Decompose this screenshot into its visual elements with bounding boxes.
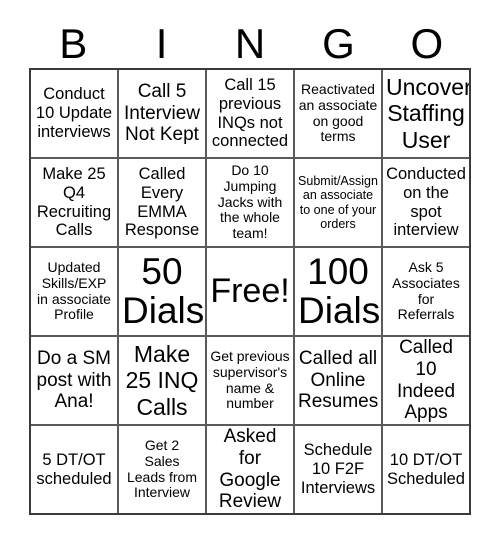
bingo-cell-label: Do 10 Jumping Jacks with the whole team!: [217, 161, 283, 242]
header-letter-o: O: [410, 20, 444, 67]
bingo-cell-o4[interactable]: Called 10 Indeed Apps: [381, 337, 469, 424]
bingo-cell-o5[interactable]: 10 DT/OT Scheduled: [381, 426, 469, 513]
bingo-cell-label: Get previous supervisor's name & number: [210, 347, 290, 412]
bingo-cell-o2[interactable]: Conducted on the spot interview: [381, 159, 469, 246]
free-space-label: Free!: [210, 271, 290, 310]
bingo-cell-label: Called Every EMMA Response: [124, 164, 200, 240]
bingo-cell-g4[interactable]: Called all Online Resumes: [293, 337, 381, 424]
bingo-cell-label: Conducted on the spot interview: [386, 164, 466, 240]
bingo-row: Conduct 10 Update interviews Call 5 Inte…: [31, 70, 469, 157]
bingo-cell-label: 10 DT/OT Scheduled: [387, 450, 465, 488]
bingo-cell-label: Do a SM post with Ana!: [36, 348, 112, 413]
bingo-grid: Conduct 10 Update interviews Call 5 Inte…: [29, 68, 471, 515]
bingo-cell-i5[interactable]: Get 2 Sales Leads from Interview: [117, 426, 205, 513]
header-letter-n: N: [234, 20, 266, 67]
bingo-cell-n2[interactable]: Do 10 Jumping Jacks with the whole team!: [205, 159, 293, 246]
bingo-cell-label: Ask 5 Associates for Referrals: [392, 258, 460, 323]
bingo-cell-label: Call 5 Interview Not Kept: [123, 81, 201, 146]
bingo-cell-i1[interactable]: Call 5 Interview Not Kept: [117, 70, 205, 157]
bingo-row: Updated Skills/EXP in associate Profile …: [31, 246, 469, 335]
bingo-row: Do a SM post with Ana! Make 25 INQ Calls…: [31, 335, 469, 424]
bingo-cell-b1[interactable]: Conduct 10 Update interviews: [31, 70, 117, 157]
bingo-cell-free-space[interactable]: Free!: [205, 248, 293, 335]
bingo-cell-label: Uncover Staffing User: [386, 74, 469, 153]
bingo-cell-g3[interactable]: 100 Dials: [293, 248, 381, 335]
bingo-cell-o1[interactable]: Uncover Staffing User: [381, 70, 469, 157]
bingo-row: Make 25 Q4 Recruiting Calls Called Every…: [31, 157, 469, 246]
bingo-cell-i4[interactable]: Make 25 INQ Calls: [117, 337, 205, 424]
bingo-cell-label: Called 10 Indeed Apps: [396, 337, 456, 424]
bingo-cell-n5[interactable]: Asked for Google Review: [205, 426, 293, 513]
bingo-cell-g2[interactable]: Submit/Assign an associate to one of you…: [293, 159, 381, 246]
bingo-row: 5 DT/OT scheduled Get 2 Sales Leads from…: [31, 424, 469, 513]
bingo-cell-g1[interactable]: Reactivated an associate on good terms: [293, 70, 381, 157]
bingo-cell-i3[interactable]: 50 Dials: [117, 248, 205, 335]
bingo-card: B I N G O Conduct 10 Update interviews C…: [0, 0, 500, 544]
bingo-cell-b5[interactable]: 5 DT/OT scheduled: [31, 426, 117, 513]
header-letter-b: B: [59, 20, 88, 67]
bingo-header-row: B I N G O: [29, 20, 471, 68]
bingo-cell-label: Reactivated an associate on good terms: [298, 80, 378, 145]
bingo-cell-b4[interactable]: Do a SM post with Ana!: [31, 337, 117, 424]
header-letter-g: G: [322, 20, 355, 67]
bingo-cell-b2[interactable]: Make 25 Q4 Recruiting Calls: [31, 159, 117, 246]
bingo-cell-b3[interactable]: Updated Skills/EXP in associate Profile: [31, 248, 117, 335]
bingo-cell-label: Updated Skills/EXP in associate Profile: [37, 258, 111, 323]
bingo-cell-label: Called all Online Resumes: [298, 348, 379, 413]
bingo-cell-label: 50 Dials: [122, 250, 205, 331]
bingo-cell-label: Submit/Assign an associate to one of you…: [298, 174, 378, 231]
bingo-cell-label: Make 25 INQ Calls: [125, 341, 199, 420]
bingo-cell-label: 100 Dials: [298, 250, 381, 331]
header-letter-i: I: [155, 20, 168, 67]
bingo-cell-label: Make 25 Q4 Recruiting Calls: [36, 164, 112, 240]
bingo-cell-n1[interactable]: Call 15 previous INQs not connected: [205, 70, 293, 157]
bingo-cell-g5[interactable]: Schedule 10 F2F Interviews: [293, 426, 381, 513]
bingo-cell-label: Schedule 10 F2F Interviews: [300, 441, 376, 497]
bingo-cell-label: Call 15 previous INQs not connected: [211, 75, 289, 151]
bingo-cell-i2[interactable]: Called Every EMMA Response: [117, 159, 205, 246]
bingo-cell-label: 5 DT/OT scheduled: [36, 450, 112, 488]
bingo-cell-label: Get 2 Sales Leads from Interview: [126, 436, 198, 501]
bingo-cell-n4[interactable]: Get previous supervisor's name & number: [205, 337, 293, 424]
bingo-cell-o3[interactable]: Ask 5 Associates for Referrals: [381, 248, 469, 335]
bingo-cell-label: Asked for Google Review: [218, 426, 282, 513]
bingo-cell-label: Conduct 10 Update interviews: [35, 85, 113, 141]
